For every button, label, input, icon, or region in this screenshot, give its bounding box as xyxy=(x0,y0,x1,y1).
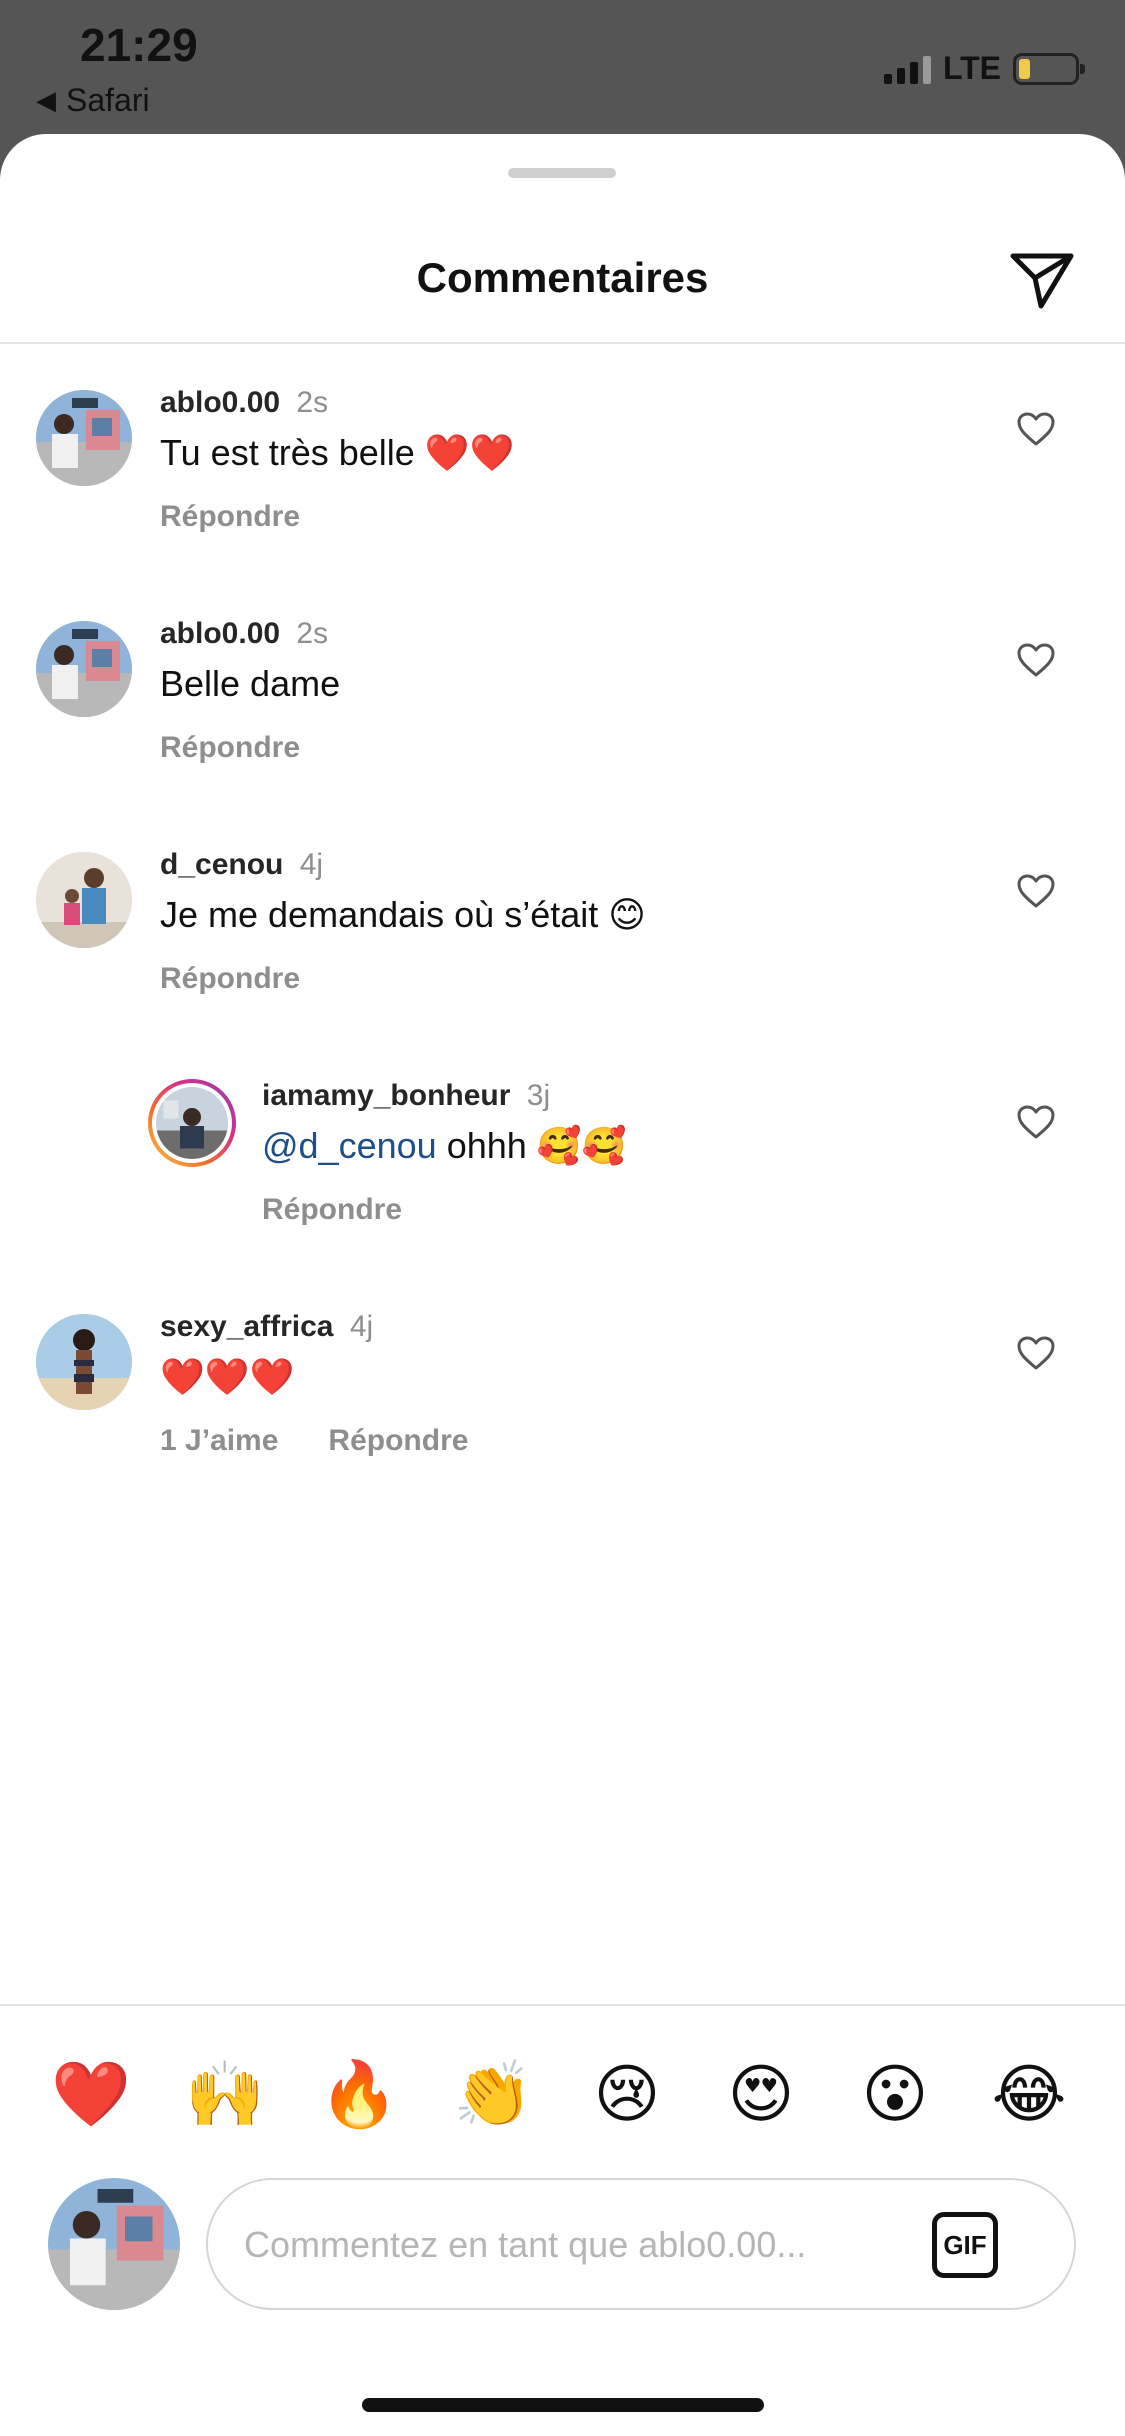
reaction-surprised-button[interactable]: 😮 xyxy=(850,2050,940,2140)
comment-text-body: ohhh 🥰🥰 xyxy=(436,1125,627,1166)
comment-meta: sexy_affrica 4j xyxy=(160,1310,373,1344)
reply-button[interactable]: Répondre xyxy=(160,731,300,764)
comment-actions: Répondre xyxy=(262,1193,402,1227)
comment-actions: Répondre xyxy=(160,500,300,534)
network-label: LTE xyxy=(942,50,1001,86)
quick-reactions-bar: ❤️ 🙌 🔥 👏 😢 😍 😮 😂 xyxy=(0,2050,1125,2140)
sheet-title: Commentaires xyxy=(416,254,709,301)
reaction-clap-button[interactable]: 👏 xyxy=(448,2050,538,2140)
status-bar: 21:29 ◀ Safari LTE xyxy=(0,0,1125,135)
reaction-heart-eyes-button[interactable]: 😍 xyxy=(716,2050,806,2140)
heart-icon[interactable] xyxy=(1016,641,1056,681)
comment-text: Je me demandais où s’était 😊 xyxy=(160,894,646,935)
comment-text: @d_cenou ohhh 🥰🥰 xyxy=(262,1125,626,1167)
comment-actions: 1 J’aime Répondre xyxy=(160,1424,468,1458)
avatar[interactable] xyxy=(36,852,132,948)
comment-item: sexy_affrica 4j ❤️❤️❤️ 1 J’aime Répondre xyxy=(0,1310,1125,1510)
comments-sheet: Commentaires ablo0.00 2s Tu est très bel… xyxy=(0,134,1125,2436)
heart-icon[interactable] xyxy=(1016,1334,1056,1374)
status-time: 21:29 xyxy=(80,19,198,71)
comment-item: ablo0.00 2s Belle dame Répondre xyxy=(0,617,1125,817)
avatar[interactable] xyxy=(36,621,132,717)
signal-icon xyxy=(883,54,931,84)
reply-button[interactable]: Répondre xyxy=(328,1424,468,1457)
gif-button[interactable]: GIF xyxy=(932,2212,998,2278)
comment-username[interactable]: ablo0.00 xyxy=(160,617,280,650)
reply-button[interactable]: Répondre xyxy=(160,962,300,995)
reaction-laughing-button[interactable]: 😂 xyxy=(984,2050,1074,2140)
back-to-app-link[interactable]: ◀ Safari xyxy=(36,82,150,119)
comment-actions: Répondre xyxy=(160,731,300,765)
comment-text: ❤️❤️❤️ xyxy=(160,1356,295,1397)
paper-plane-icon[interactable] xyxy=(1005,242,1077,314)
comment-input[interactable] xyxy=(244,2210,884,2280)
reaction-fire-button[interactable]: 🔥 xyxy=(314,2050,404,2140)
comment-meta: iamamy_bonheur 3j xyxy=(262,1079,550,1113)
comment-text: Tu est très belle ❤️❤️ xyxy=(160,432,515,473)
comment-text: Belle dame xyxy=(160,663,341,704)
comment-time: 3j xyxy=(526,1079,551,1112)
avatar[interactable] xyxy=(36,390,132,486)
comment-username[interactable]: sexy_affrica xyxy=(160,1310,333,1343)
reaction-crying-button[interactable]: 😢 xyxy=(582,2050,672,2140)
mention-link[interactable]: @d_cenou xyxy=(262,1125,437,1166)
heart-icon[interactable] xyxy=(1016,872,1056,912)
likes-count-button[interactable]: 1 J’aime xyxy=(160,1424,278,1457)
comment-username[interactable]: d_cenou xyxy=(160,848,283,881)
status-indicators: LTE xyxy=(883,50,1085,87)
comment-time: 4j xyxy=(349,1310,374,1343)
back-arrow-icon: ◀ xyxy=(36,85,56,115)
comment-time: 4j xyxy=(299,848,324,881)
comment-time: 2s xyxy=(296,386,329,419)
avatar[interactable] xyxy=(36,1314,132,1410)
sheet-grabber-handle[interactable] xyxy=(508,168,616,178)
comment-meta: ablo0.00 2s xyxy=(160,386,328,420)
back-app-label: Safari xyxy=(66,82,150,118)
battery-level xyxy=(1019,58,1030,79)
home-indicator xyxy=(362,2398,764,2412)
battery-icon xyxy=(1013,52,1085,85)
comment-actions: Répondre xyxy=(160,962,300,996)
comment-reply-item: iamamy_bonheur 3j @d_cenou ohhh 🥰🥰 Répon… xyxy=(0,1079,1125,1279)
heart-icon[interactable] xyxy=(1016,410,1056,450)
comment-item: d_cenou 4j Je me demandais où s’était 😊 … xyxy=(0,848,1125,1048)
heart-icon[interactable] xyxy=(1016,1103,1056,1143)
header-divider xyxy=(0,342,1125,344)
reply-button[interactable]: Répondre xyxy=(262,1193,402,1226)
current-user-avatar xyxy=(48,2178,180,2310)
avatar[interactable] xyxy=(148,1079,236,1167)
reaction-heart-button[interactable]: ❤️ xyxy=(46,2050,136,2140)
reactions-divider xyxy=(0,2004,1125,2006)
reply-button[interactable]: Répondre xyxy=(160,500,300,533)
comment-username[interactable]: iamamy_bonheur xyxy=(262,1079,510,1112)
comment-time: 2s xyxy=(296,617,329,650)
comment-composer: GIF xyxy=(206,2178,1076,2310)
comment-meta: ablo0.00 2s xyxy=(160,617,328,651)
reaction-raised-hands-button[interactable]: 🙌 xyxy=(180,2050,270,2140)
comment-item: ablo0.00 2s Tu est très belle ❤️❤️ Répon… xyxy=(0,386,1125,586)
comment-meta: d_cenou 4j xyxy=(160,848,323,882)
comment-username[interactable]: ablo0.00 xyxy=(160,386,280,419)
